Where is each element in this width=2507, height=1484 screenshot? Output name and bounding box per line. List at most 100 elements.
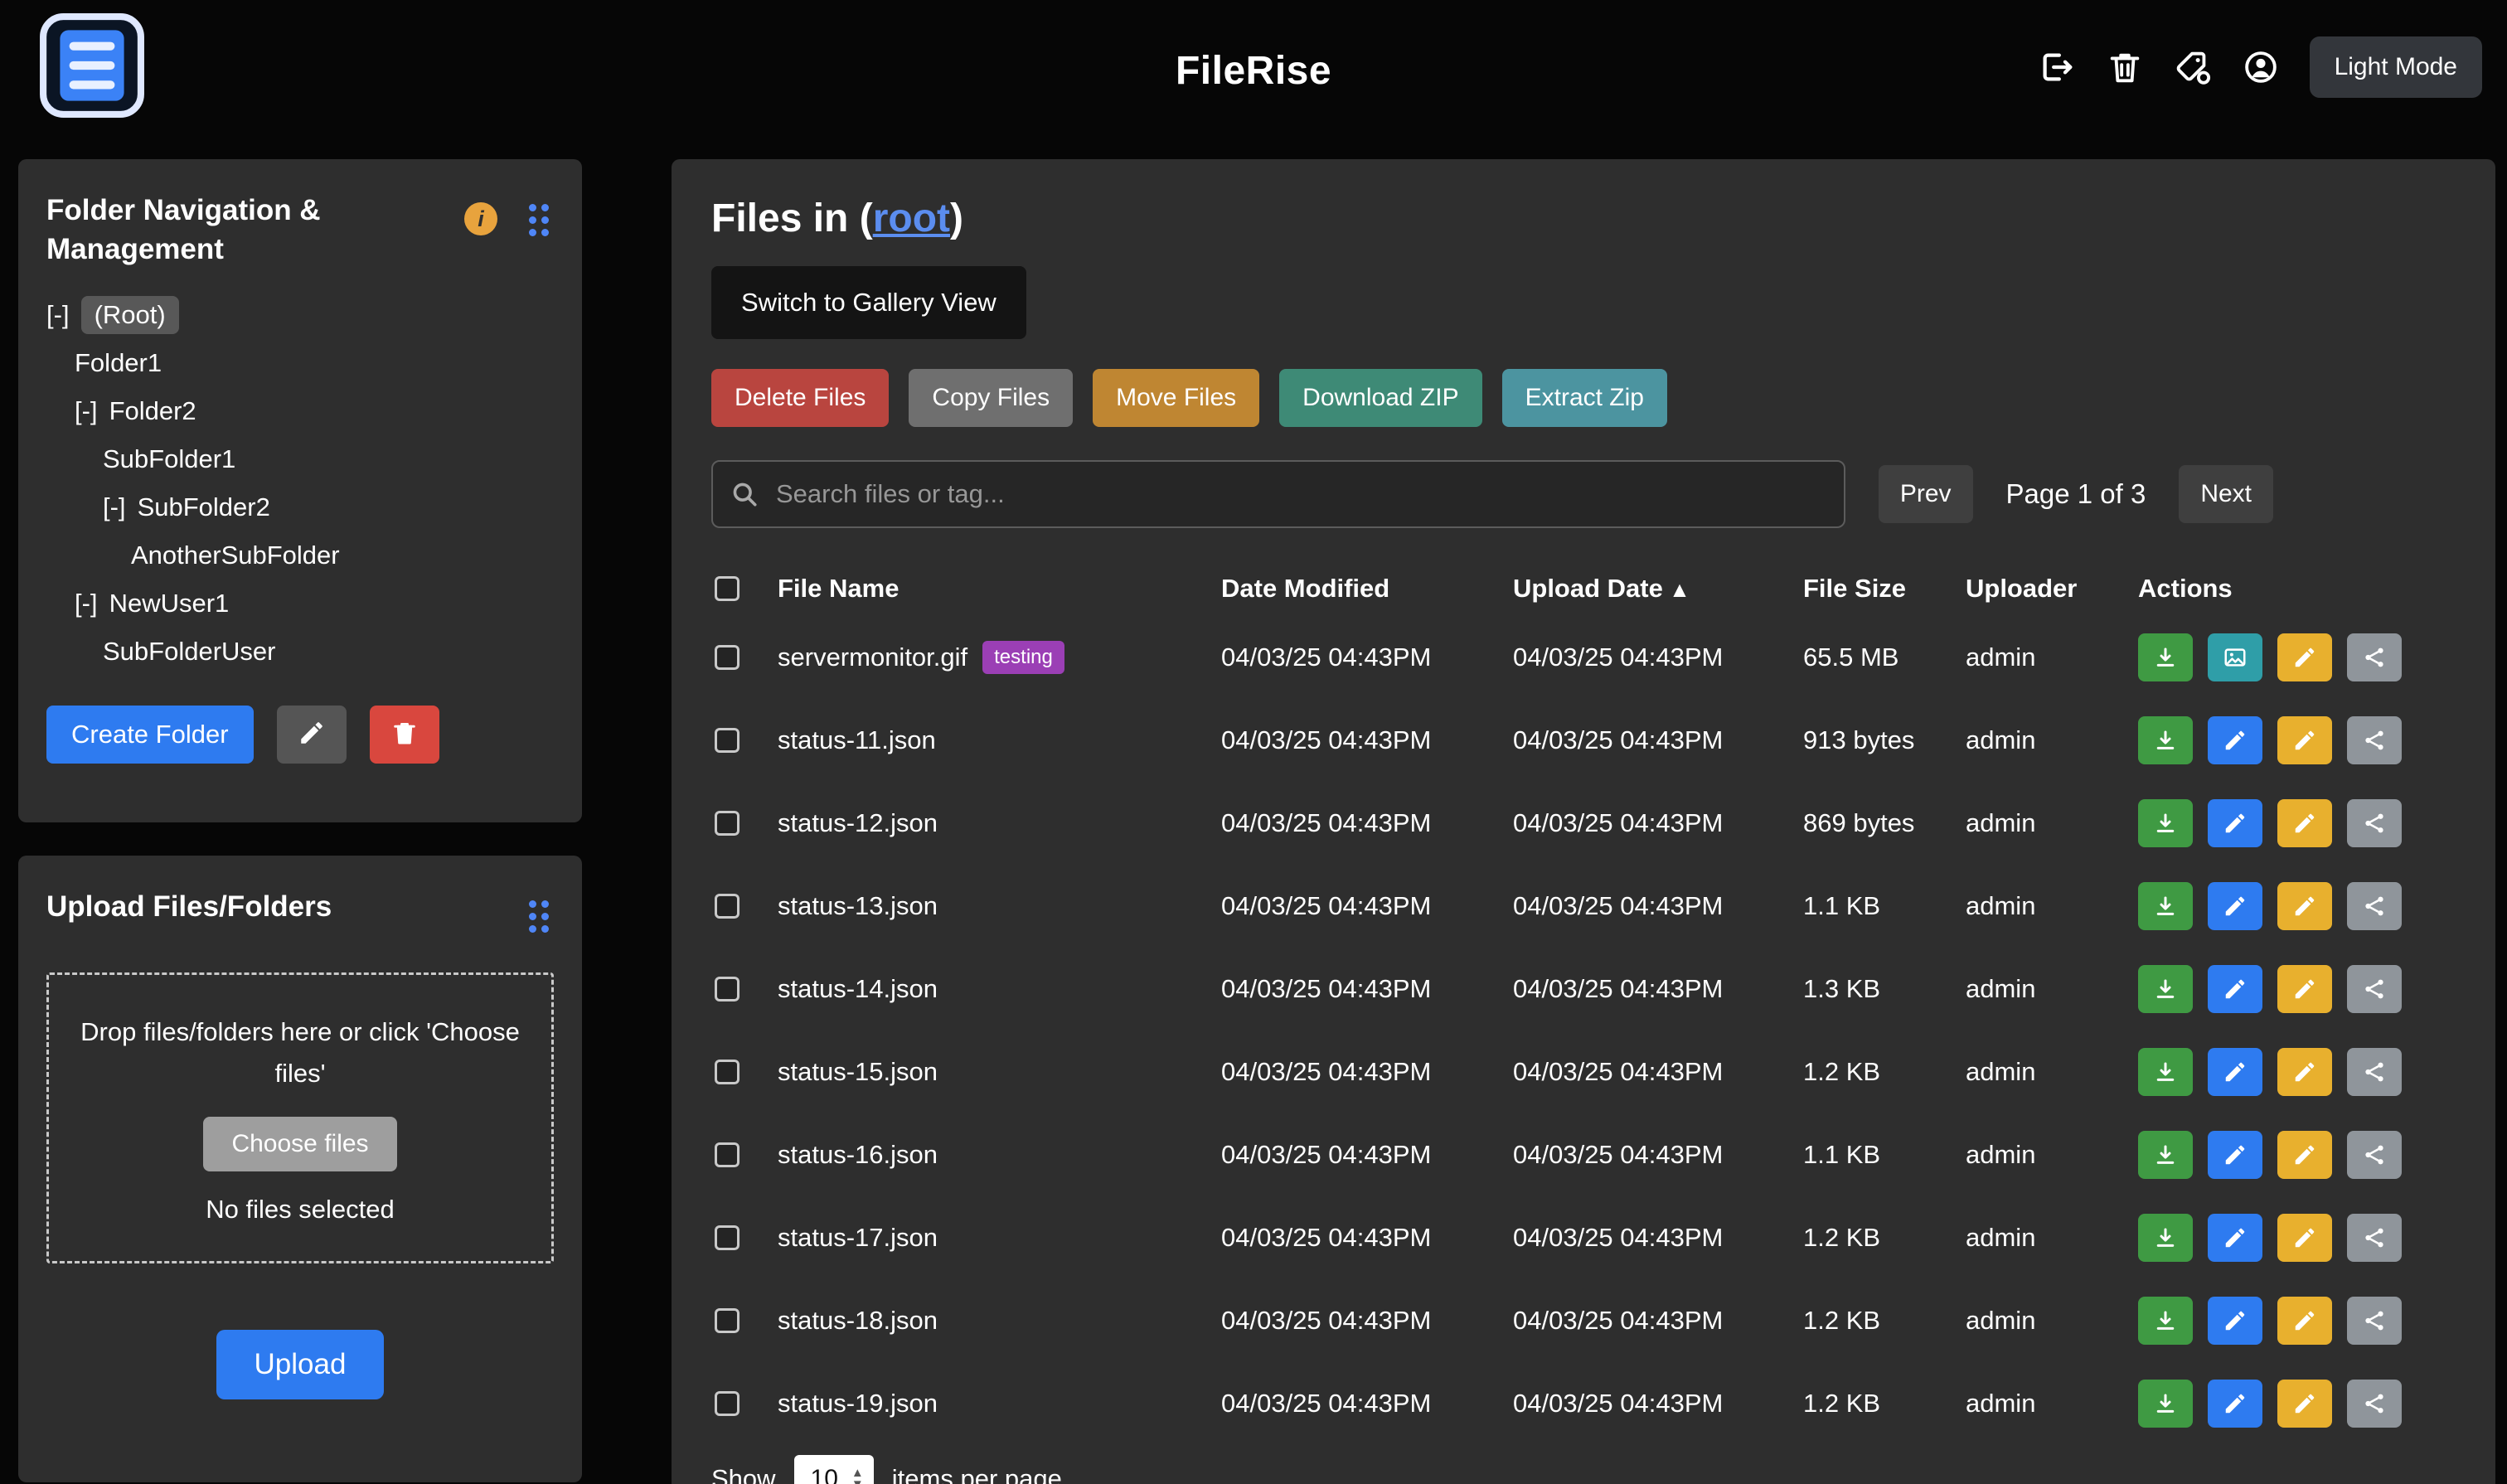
row-checkbox[interactable] xyxy=(715,1308,739,1333)
create-folder-button[interactable]: Create Folder xyxy=(46,706,254,764)
share-button[interactable] xyxy=(2347,965,2402,1013)
download-button[interactable] xyxy=(2138,1048,2193,1096)
tree-item[interactable]: AnotherSubFolder xyxy=(46,531,554,580)
delete-files-button[interactable]: Delete Files xyxy=(711,369,889,427)
column-header[interactable]: Upload Date ▲ xyxy=(1513,574,1803,604)
rename-button[interactable] xyxy=(2277,1048,2332,1096)
tree-item-label[interactable]: Folder1 xyxy=(75,348,162,378)
tree-item-label[interactable]: SubFolder2 xyxy=(138,492,270,522)
edit-button[interactable] xyxy=(2208,1048,2262,1096)
light-mode-button[interactable]: Light Mode xyxy=(2310,36,2482,98)
prev-page-button[interactable]: Prev xyxy=(1879,465,1973,523)
next-page-button[interactable]: Next xyxy=(2179,465,2273,523)
share-button[interactable] xyxy=(2347,1297,2402,1345)
extract-zip-button[interactable]: Extract Zip xyxy=(1502,369,1667,427)
rename-folder-button[interactable] xyxy=(277,706,347,764)
tree-item-label[interactable]: SubFolderUser xyxy=(103,637,275,667)
row-checkbox[interactable] xyxy=(715,811,739,836)
file-name[interactable]: status-16.json xyxy=(778,1140,938,1170)
rename-button[interactable] xyxy=(2277,716,2332,764)
share-button[interactable] xyxy=(2347,716,2402,764)
select-all-checkbox[interactable] xyxy=(715,576,739,601)
tree-item[interactable]: Folder1 xyxy=(46,339,554,387)
edit-button[interactable] xyxy=(2208,1380,2262,1428)
row-checkbox[interactable] xyxy=(715,645,739,670)
logout-icon[interactable] xyxy=(2038,48,2076,86)
row-checkbox[interactable] xyxy=(715,1060,739,1084)
share-button[interactable] xyxy=(2347,1048,2402,1096)
edit-button[interactable] xyxy=(2208,1131,2262,1179)
download-button[interactable] xyxy=(2138,799,2193,847)
column-header[interactable]: Uploader xyxy=(1966,574,2138,604)
upload-dropzone[interactable]: Drop files/folders here or click 'Choose… xyxy=(46,972,554,1263)
column-header[interactable]: File Name xyxy=(778,574,1221,604)
drag-handle-icon[interactable] xyxy=(529,204,549,236)
file-name[interactable]: status-11.json xyxy=(778,725,936,755)
share-button[interactable] xyxy=(2347,882,2402,930)
tree-toggle-icon[interactable]: [-] xyxy=(46,300,70,330)
edit-button[interactable] xyxy=(2208,716,2262,764)
preview-button[interactable] xyxy=(2208,633,2262,681)
rename-button[interactable] xyxy=(2277,882,2332,930)
trash-icon[interactable] xyxy=(2106,48,2144,86)
choose-files-button[interactable]: Choose files xyxy=(203,1117,396,1171)
column-header[interactable]: File Size xyxy=(1803,574,1966,604)
row-checkbox[interactable] xyxy=(715,728,739,753)
tree-toggle-icon[interactable]: [-] xyxy=(75,396,98,426)
download-button[interactable] xyxy=(2138,716,2193,764)
tree-item[interactable]: [-]NewUser1 xyxy=(46,580,554,628)
download-button[interactable] xyxy=(2138,633,2193,681)
file-name[interactable]: status-18.json xyxy=(778,1306,938,1336)
tree-item[interactable]: [-] SubFolder2 xyxy=(46,483,554,531)
share-button[interactable] xyxy=(2347,1214,2402,1262)
download-button[interactable] xyxy=(2138,1131,2193,1179)
download-button[interactable] xyxy=(2138,1380,2193,1428)
column-header[interactable]: Date Modified xyxy=(1221,574,1513,604)
info-icon[interactable]: i xyxy=(464,202,497,235)
edit-button[interactable] xyxy=(2208,965,2262,1013)
file-name[interactable]: status-13.json xyxy=(778,891,938,921)
file-name[interactable]: status-15.json xyxy=(778,1057,938,1087)
copy-files-button[interactable]: Copy Files xyxy=(909,369,1073,427)
edit-button[interactable] xyxy=(2208,1214,2262,1262)
tree-item[interactable]: [-] Folder2 xyxy=(46,387,554,435)
tree-toggle-icon[interactable]: [-] xyxy=(103,492,126,522)
download-zip-button[interactable]: Download ZIP xyxy=(1279,369,1481,427)
tree-item-label[interactable]: AnotherSubFolder xyxy=(131,541,340,570)
row-checkbox[interactable] xyxy=(715,894,739,919)
share-button[interactable] xyxy=(2347,633,2402,681)
root-link[interactable]: root xyxy=(873,196,950,240)
row-checkbox[interactable] xyxy=(715,1391,739,1416)
delete-folder-button[interactable] xyxy=(370,706,439,764)
tree-toggle-icon[interactable]: [-] xyxy=(75,589,98,618)
rename-button[interactable] xyxy=(2277,633,2332,681)
file-name[interactable]: status-14.json xyxy=(778,974,938,1004)
share-button[interactable] xyxy=(2347,1131,2402,1179)
tree-item[interactable]: [-] (Root) xyxy=(46,291,554,339)
tree-item-label[interactable]: Folder2 xyxy=(109,396,196,426)
file-name[interactable]: status-17.json xyxy=(778,1223,938,1253)
tree-item[interactable]: SubFolderUser xyxy=(46,628,554,676)
search-input[interactable] xyxy=(776,479,1844,509)
row-checkbox[interactable] xyxy=(715,1142,739,1167)
edit-button[interactable] xyxy=(2208,1297,2262,1345)
rename-button[interactable] xyxy=(2277,965,2332,1013)
move-files-button[interactable]: Move Files xyxy=(1093,369,1259,427)
row-checkbox[interactable] xyxy=(715,977,739,1001)
download-button[interactable] xyxy=(2138,965,2193,1013)
download-button[interactable] xyxy=(2138,1214,2193,1262)
tree-item-label[interactable]: SubFolder1 xyxy=(103,444,235,474)
switch-gallery-view-button[interactable]: Switch to Gallery View xyxy=(711,266,1026,339)
drag-handle-icon[interactable] xyxy=(529,900,549,933)
download-button[interactable] xyxy=(2138,1297,2193,1345)
file-name[interactable]: status-12.json xyxy=(778,808,938,838)
rename-button[interactable] xyxy=(2277,1131,2332,1179)
tag-icon[interactable] xyxy=(2174,48,2212,86)
edit-button[interactable] xyxy=(2208,882,2262,930)
share-button[interactable] xyxy=(2347,1380,2402,1428)
upload-button[interactable]: Upload xyxy=(216,1330,385,1399)
rename-button[interactable] xyxy=(2277,1214,2332,1262)
account-icon[interactable] xyxy=(2242,48,2280,86)
tree-item-label[interactable]: (Root) xyxy=(81,296,179,334)
row-checkbox[interactable] xyxy=(715,1225,739,1250)
